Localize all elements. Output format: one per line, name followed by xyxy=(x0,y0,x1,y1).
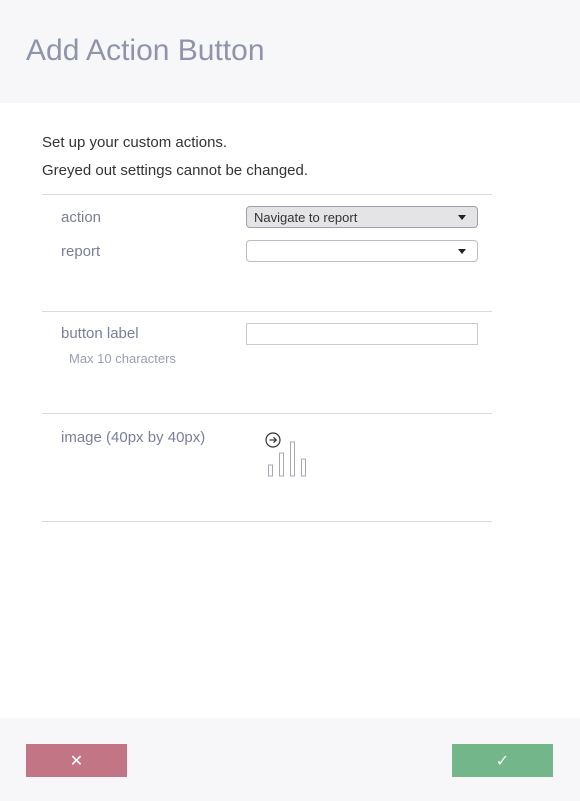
report-label: report xyxy=(61,243,101,260)
intro-text: Set up your custom actions. xyxy=(42,134,228,151)
navigate-to-report-icon xyxy=(265,432,306,477)
section-divider xyxy=(42,413,492,414)
report-select[interactable] xyxy=(246,240,478,262)
section-divider xyxy=(42,521,492,522)
cancel-button[interactable]: ✕ xyxy=(26,744,127,777)
caret-down-icon xyxy=(458,249,466,254)
caret-down-icon xyxy=(458,215,466,220)
action-select-value: Navigate to report xyxy=(254,210,358,225)
action-label: action xyxy=(61,209,102,226)
check-icon: ✓ xyxy=(495,751,510,770)
button-label-hint: Max 10 characters xyxy=(69,351,176,366)
dialog-title: Add Action Button xyxy=(26,34,265,67)
section-divider xyxy=(42,311,492,312)
action-select: Navigate to report xyxy=(246,206,478,228)
intro-note: Greyed out settings cannot be changed. xyxy=(42,162,309,179)
button-label-label: button label xyxy=(61,325,139,342)
section-divider xyxy=(42,194,492,195)
dialog-header: Add Action Button xyxy=(0,0,580,103)
image-picker[interactable] xyxy=(264,431,308,477)
button-label-input[interactable] xyxy=(246,323,478,345)
confirm-button[interactable]: ✓ xyxy=(452,744,553,777)
image-label: image (40px by 40px) xyxy=(61,429,206,446)
close-icon: ✕ xyxy=(69,751,84,770)
